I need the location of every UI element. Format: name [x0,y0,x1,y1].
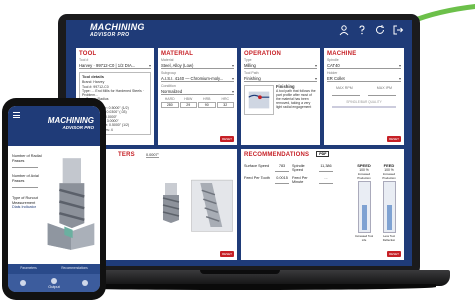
operation-panel: OPERATION Type Milling ▾ Tool Path Finish… [241,48,320,145]
chevron-down-icon: ▾ [314,76,317,81]
workpiece-illustration [191,179,233,232]
recommendations-reset-button[interactable]: RESET [386,251,401,257]
chevron-down-icon: ▾ [231,63,234,68]
tool-details-title: Tool details [82,74,104,79]
hardness-table: HARD HBW HRB HRC 280 29 90 32 [161,97,234,108]
speed-slider[interactable] [357,181,371,233]
output-icon [51,277,57,284]
tool-panel-title: TOOL [79,51,97,57]
chevron-down-icon: ▾ [314,63,317,68]
phone-device: MACHINING ADVISOR PRO Number of Radial P… [2,98,106,300]
max-rpm-label: MAX RPM [336,86,353,90]
laptop-notch [200,270,280,274]
laptop-screen: MACHINING ADVISOR PRO TOOL Tool # Harvey… [66,20,412,266]
holder-select[interactable]: ER Collet ▾ [327,75,401,82]
hardness-input[interactable]: 280 [161,102,179,108]
axial-passes-input[interactable] [12,184,38,188]
material-panel-title: MATERIAL [161,51,194,57]
feed-per-tooth-value: 0.0015 [275,176,289,184]
machine-panel: MACHINE Spindle CAT40 ▾ Holder ER Collet ▾… [324,48,404,145]
product-mockup: MACHINING ADVISOR PRO TOOL Tool # Harvey… [0,0,475,302]
feed-per-tooth-label: Feed Per Tooth [244,176,270,180]
chevron-down-icon: ▾ [398,76,401,81]
feed-per-minute-label: Feed Per Minute [292,176,308,184]
settings-icon [81,279,88,286]
spindle-quality-slider[interactable] [332,106,396,108]
hardness-header: HRB [203,97,211,101]
parameters-reset-button[interactable]: RESET [219,251,234,257]
radial-passes-input[interactable] [12,164,38,168]
tool-path-select[interactable]: Finishing ▾ [244,75,317,82]
phone-logo: MACHINING ADVISOR PRO [47,116,94,130]
hardness-input[interactable]: 32 [216,102,234,108]
user-icon[interactable] [338,24,350,36]
recommendations-panel: RECOMMENDATIONS PDF Surface Speed 783 Sp… [241,149,404,260]
end-mill-illustration [47,158,95,250]
recommendations-title: RECOMMENDATIONS [244,152,310,158]
feed-per-minute-value: ... [319,176,333,184]
runout-measurement-select[interactable]: Dials Indicator [12,205,44,210]
machine-reset-button[interactable]: RESET [386,136,401,142]
phone-screen: MACHINING ADVISOR PRO Number of Radial P… [8,106,100,292]
operation-panel-title: OPERATION [244,51,282,57]
operation-type-select[interactable]: Milling ▾ [244,62,317,69]
spindle-quality-label: SPINDLE/BAR QUALITY [346,100,382,104]
tab-gear[interactable] [8,274,39,292]
machine-panel-title: MACHINE [327,51,357,57]
subgroup-select[interactable]: A.I.S.I. 4140 — Chromium-moly... ▾ [161,75,234,82]
phone-header: MACHINING ADVISOR PRO [8,106,100,146]
material-reset-button[interactable]: RESET [219,136,234,142]
menu-icon[interactable] [13,112,20,118]
parameter-value[interactable]: 0.0007" [146,153,159,158]
spindle-speed-label: Spindle Speed [292,164,305,172]
material-select[interactable]: Steel, Alloy (Low) ▾ [161,62,234,69]
material-panel: MATERIAL Material Steel, Alloy (Low) ▾ Su… [158,48,237,145]
hardness-header: HARD [164,97,175,101]
tab-settings[interactable] [69,274,100,292]
feed-gauge-top-label: Increased Production [382,172,396,180]
runout-measurement-label: Type of Runout Measurement [12,196,38,205]
spindle-select[interactable]: CAT40 ▾ [327,62,401,69]
surface-speed-label: Surface Speed [244,164,270,168]
phone-footer: Parameters Recommendations Output [8,264,100,292]
app-header: MACHINING ADVISOR PRO [66,20,412,44]
chevron-down-icon: ▾ [231,89,234,94]
tab-output[interactable]: Output [39,274,70,292]
tool-detail-line: Type: ... End Mills for Hardened Steels … [82,88,144,98]
hardness-header: HRC [221,97,230,101]
feed-slider[interactable] [382,181,396,233]
finishing-toolpath-illustration [244,85,274,115]
max-ipm-input[interactable] [368,91,396,96]
spindle-speed-value: 11,386 [319,164,333,172]
max-rpm-input[interactable] [332,91,360,96]
recommendations-tab-label[interactable]: Recommendations [61,266,88,270]
phone-body: Number of Radial Passes Number of Axial … [8,146,100,264]
hardness-header: HBW [184,97,193,101]
max-ipm-label: MAX IPM [376,86,392,90]
chevron-down-icon: ▾ [231,76,234,81]
refresh-icon[interactable] [374,24,386,36]
tool-select[interactable]: Harvey · 99712-C0 | 1/2 DIA... ▾ [79,62,151,69]
speed-gauge-top-label: Increased Production [357,172,371,180]
gear-icon [20,279,27,286]
axial-passes-label: Number of Axial Passes [12,174,39,183]
pdf-button[interactable]: PDF [316,151,330,157]
app-logo: MACHINING ADVISOR PRO [90,22,145,38]
logout-icon[interactable] [392,24,404,36]
chevron-down-icon: ▾ [398,63,401,68]
help-icon[interactable] [356,24,368,36]
hardness-input[interactable]: 90 [198,102,216,108]
radial-passes-label: Number of Radial Passes [12,154,42,163]
feed-gauge-bottom-label: Less Tool Deflection [382,234,396,242]
end-mill-illustration [162,183,180,223]
finishing-description: A tool path that follows the part profil… [276,89,316,109]
surface-speed-value: 783 [275,164,289,172]
hardness-input[interactable]: 29 [179,102,197,108]
parameters-tab-label[interactable]: Parameters [20,266,36,270]
chevron-down-icon: ▾ [148,63,151,68]
speed-gauge-bottom-label: Increased Tool Life [354,234,374,242]
condition-select[interactable]: Normalized ▾ [161,88,234,95]
